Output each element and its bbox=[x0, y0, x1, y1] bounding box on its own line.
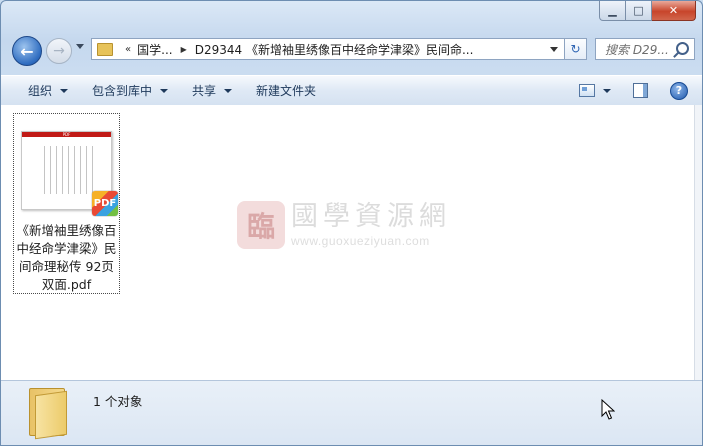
include-in-library-label: 包含到库中 bbox=[92, 84, 153, 98]
folder-front bbox=[35, 390, 67, 440]
organize-label: 组织 bbox=[28, 84, 53, 98]
file-list-area[interactable]: PDF PDF 《新增袖里绣像百中经命学津梁》民间命理秘传 92页 双面.pdf… bbox=[1, 105, 695, 380]
mouse-cursor-icon bbox=[601, 399, 615, 420]
content-right-edge bbox=[694, 105, 702, 380]
refresh-button[interactable]: ↻ bbox=[565, 38, 587, 60]
preview-pane-icon[interactable] bbox=[633, 83, 648, 98]
chevron-down-icon bbox=[60, 88, 69, 93]
address-history-dropdown-icon[interactable] bbox=[550, 46, 558, 52]
include-in-library-button[interactable]: 包含到库中 bbox=[80, 76, 180, 105]
folder-icon bbox=[29, 388, 67, 440]
search-input[interactable]: 搜索 D29... bbox=[595, 38, 695, 60]
watermark-text: 國學資源網 www.guoxueziyuan.com bbox=[291, 201, 451, 249]
share-button[interactable]: 共享 bbox=[180, 76, 244, 105]
help-icon[interactable]: ? bbox=[670, 81, 688, 100]
file-name-label: 《新增袖里绣像百中经命学津梁》民间命理秘传 92页 双面.pdf bbox=[16, 223, 117, 292]
view-options-chevron-icon[interactable] bbox=[603, 88, 611, 93]
chevron-down-icon bbox=[160, 88, 169, 93]
forward-arrow-icon: → bbox=[53, 43, 65, 59]
address-bar[interactable]: « 国学... ▶ D29344 《新增袖里绣像百中经命学津梁》民间命... bbox=[91, 38, 565, 60]
chevron-down-icon bbox=[224, 88, 233, 93]
back-arrow-icon: ← bbox=[20, 41, 34, 61]
command-bar-right: ? bbox=[579, 76, 688, 105]
pdf-file-icon: PDF bbox=[92, 191, 118, 216]
new-folder-button[interactable]: 新建文件夹 bbox=[244, 76, 328, 105]
back-button[interactable]: ← bbox=[12, 36, 42, 66]
item-count-status: 1 个对象 bbox=[93, 394, 143, 409]
caption-buttons: ▁ □ ✕ bbox=[599, 1, 696, 21]
recent-pages-dropdown-icon[interactable] bbox=[76, 44, 84, 49]
command-bar: 组织 包含到库中 共享 新建文件夹 ? bbox=[1, 75, 702, 106]
search-placeholder: 搜索 D29... bbox=[605, 42, 669, 57]
share-label: 共享 bbox=[192, 84, 217, 98]
breadcrumb-item[interactable]: 国学... bbox=[137, 41, 172, 58]
close-button[interactable]: ✕ bbox=[652, 1, 696, 21]
watermark-logo-icon: 臨 bbox=[237, 201, 285, 249]
details-pane: 1 个对象 bbox=[1, 380, 702, 445]
navigation-bar: ← → « 国学... ▶ D29344 《新增袖里绣像百中经命学津梁》民间命.… bbox=[9, 35, 695, 66]
refresh-icon: ↻ bbox=[570, 42, 581, 56]
thumbnail-text-lines bbox=[44, 146, 94, 194]
new-folder-label: 新建文件夹 bbox=[256, 84, 317, 98]
forward-button[interactable]: → bbox=[46, 38, 72, 64]
explorer-window: ▁ □ ✕ ← → « 国学... ▶ D29344 《新增袖里绣像百中经命学津… bbox=[0, 0, 703, 446]
watermark-title: 國學資源網 bbox=[291, 201, 451, 232]
minimize-button[interactable]: ▁ bbox=[599, 1, 626, 21]
organize-button[interactable]: 组织 bbox=[1, 76, 80, 105]
search-icon[interactable] bbox=[676, 42, 689, 55]
watermark-url: www.guoxueziyuan.com bbox=[291, 234, 430, 248]
watermark: 臨 國學資源網 www.guoxueziyuan.com bbox=[237, 201, 451, 249]
maximize-button[interactable]: □ bbox=[626, 1, 652, 21]
breadcrumb-separator-icon[interactable]: ▶ bbox=[181, 45, 187, 54]
thumbnail-header: PDF bbox=[22, 132, 111, 137]
folder-icon bbox=[97, 42, 113, 56]
breadcrumb-item-current[interactable]: D29344 《新增袖里绣像百中经命学津梁》民间命... bbox=[195, 41, 474, 58]
change-view-icon[interactable] bbox=[579, 84, 595, 97]
address-overflow-chevron[interactable]: « bbox=[125, 44, 131, 55]
file-item[interactable]: PDF PDF 《新增袖里绣像百中经命学津梁》民间命理秘传 92页 双面.pdf bbox=[13, 113, 120, 294]
